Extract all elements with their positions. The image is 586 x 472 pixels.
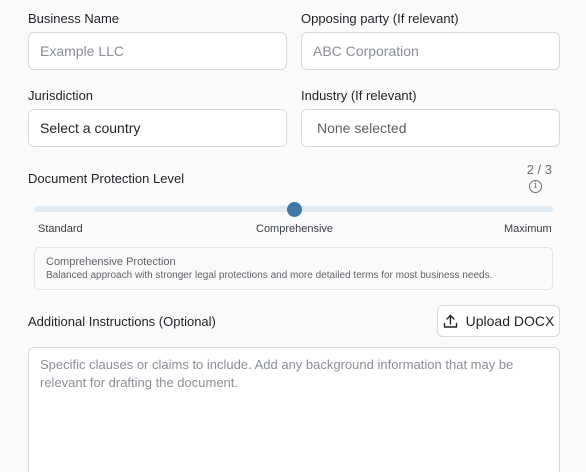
opposing-party-label: Opposing party (If relevant) xyxy=(301,11,459,26)
additional-instructions-label: Additional Instructions (Optional) xyxy=(28,314,216,329)
tick-standard: Standard xyxy=(38,223,83,235)
business-name-label: Business Name xyxy=(28,11,120,26)
protection-slider-thumb[interactable] xyxy=(286,202,302,217)
protection-description: Comprehensive Protection Balanced approa… xyxy=(34,247,553,290)
protection-description-title: Comprehensive Protection xyxy=(46,256,176,268)
upload-docx-label: Upload DOCX xyxy=(465,313,555,329)
jurisdiction-select[interactable]: Select a country xyxy=(28,109,287,147)
tick-maximum: Maximum xyxy=(504,223,552,235)
protection-description-text: Balanced approach with stronger legal pr… xyxy=(46,270,493,281)
tick-comprehensive: Comprehensive xyxy=(256,223,334,235)
industry-select[interactable]: None selected xyxy=(301,109,560,147)
info-icon[interactable]: i xyxy=(529,180,542,193)
additional-instructions-textarea[interactable]: Specific clauses or claims to include. A… xyxy=(28,347,560,472)
jurisdiction-label: Jurisdiction xyxy=(28,88,94,103)
industry-label: Industry (If relevant) xyxy=(301,88,417,103)
upload-docx-button[interactable]: Upload DOCX xyxy=(437,305,560,337)
protection-level-counter: 2 / 3 xyxy=(526,162,552,177)
upload-icon xyxy=(443,314,458,329)
protection-level-label: Document Protection Level xyxy=(28,171,185,186)
opposing-party-input[interactable]: ABC Corporation xyxy=(301,32,560,70)
business-name-input[interactable]: Example LLC xyxy=(28,32,287,70)
